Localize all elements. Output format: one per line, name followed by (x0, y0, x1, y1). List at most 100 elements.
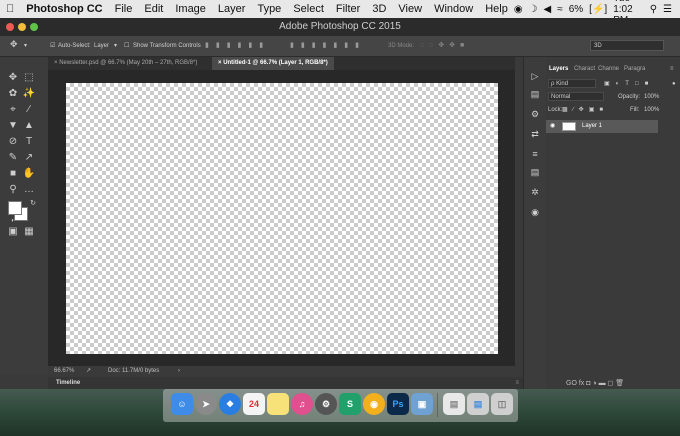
rectangle-tool-icon[interactable]: ■ (6, 168, 20, 180)
path-selection-tool-icon[interactable]: ↗ (22, 152, 36, 164)
marquee-tool-icon[interactable]: ⬚ (22, 72, 36, 84)
notes-icon[interactable] (267, 393, 289, 415)
slack-icon[interactable]: S (339, 393, 361, 415)
launchpad-icon[interactable]: ➤ (195, 393, 217, 415)
tab-paragraph[interactable]: Paragra (624, 63, 645, 75)
spotlight-icon[interactable]: ⚲ (650, 4, 657, 15)
3d-icon[interactable]: ◉ (529, 207, 541, 217)
brush-presets-icon[interactable]: ≡ (529, 149, 541, 159)
system-preferences-icon[interactable]: ⚙ (315, 393, 337, 415)
lock-icons[interactable]: ▩∕✥▣■ (562, 105, 608, 115)
tool-presets-icon[interactable]: ✲ (529, 187, 541, 197)
calendar-icon[interactable]: 24 (243, 393, 265, 415)
info-icon[interactable]: ▤ (529, 167, 541, 177)
eraser-tool-icon[interactable]: ▲ (22, 120, 36, 132)
downloads-stack-icon[interactable]: ▤ (467, 393, 489, 415)
timeline-tab[interactable]: Timeline (56, 377, 80, 389)
layer-row[interactable]: ◉ Layer 1 (546, 120, 658, 133)
creative-cloud-icon[interactable]: ◉ (514, 4, 523, 15)
layer-footer-icons[interactable]: GO fx ◘ ◑ ▬ ◻ 🗑 (566, 379, 624, 389)
night-icon[interactable]: ☽ (529, 4, 538, 15)
menu-filter[interactable]: Filter (330, 0, 366, 18)
properties-icon[interactable]: ▤ (529, 89, 541, 99)
notification-center-icon[interactable]: ☰ (663, 4, 672, 15)
tab-layers[interactable]: Layers (549, 63, 568, 75)
preview-icon[interactable]: ▣ (411, 393, 433, 415)
panel-menu-icon[interactable]: ≡ (670, 63, 674, 75)
zoom-level[interactable]: 66.67% (54, 366, 74, 376)
styles-icon[interactable]: ⇄ (529, 129, 541, 139)
finder-icon[interactable]: ☺ (171, 393, 193, 415)
tab-character[interactable]: Charact (574, 63, 595, 75)
filter-type-icons[interactable]: ▣◐T□■ (604, 79, 654, 89)
menu-window[interactable]: Window (428, 0, 479, 18)
lasso-tool-icon[interactable]: ✿ (6, 88, 20, 100)
layer-name[interactable]: Layer 1 (582, 120, 602, 133)
app-menu[interactable]: Photoshop CC (20, 0, 108, 18)
timeline-menu-icon[interactable]: ≡ (515, 377, 519, 389)
apple-menu-icon[interactable]:  (0, 0, 20, 18)
foreground-color-swatch[interactable] (8, 201, 22, 215)
chrome-icon[interactable]: ◉ (363, 393, 385, 415)
quick-mask-icon[interactable]: ▣ (6, 226, 20, 238)
distribute-buttons[interactable]: ▮▮▮▮▮▮▮ (290, 41, 366, 51)
history-icon[interactable]: ▷ (529, 71, 541, 81)
auto-select-dropdown[interactable]: Layer (94, 41, 109, 51)
document-canvas[interactable] (66, 83, 498, 354)
type-tool-icon[interactable]: T (22, 136, 36, 148)
photoshop-icon[interactable]: Ps (387, 393, 409, 415)
zoom-tool-icon[interactable]: ⚲ (6, 184, 20, 196)
crop-tool-icon[interactable]: ⌖ (6, 104, 20, 116)
visibility-eye-icon[interactable]: ◉ (550, 120, 555, 133)
opacity-label: Opacity: (618, 94, 641, 100)
trash-icon[interactable]: ◫ (491, 393, 513, 415)
tab-channels[interactable]: Channe (598, 63, 619, 75)
volume-icon[interactable]: ◀ (544, 4, 552, 15)
tab-untitled-1[interactable]: × Untitled-1 @ 66.7% (Layer 1, RGB/8*) (212, 57, 334, 70)
menu-edit[interactable]: Edit (138, 0, 169, 18)
export-icon[interactable]: ↗ (86, 366, 91, 376)
documents-stack-icon[interactable]: ▤ (443, 393, 465, 415)
menu-select[interactable]: Select (287, 0, 330, 18)
show-transform-label: Show Transform Controls (133, 43, 201, 49)
screen-mode-icon[interactable]: ▦ (22, 226, 36, 238)
3d-mode-buttons[interactable]: ◌◌✥✥■ (420, 41, 469, 51)
filter-toggle-icon[interactable]: ● (672, 79, 676, 89)
tab-close-icon[interactable]: × (218, 60, 222, 66)
menu-image[interactable]: Image (169, 0, 212, 18)
stamp-tool-icon[interactable]: ▼ (6, 120, 20, 132)
tool-preset-picker[interactable]: ▾ (24, 41, 27, 51)
menu-layer[interactable]: Layer (212, 0, 252, 18)
menu-help[interactable]: Help (479, 0, 514, 18)
menu-type[interactable]: Type (251, 0, 287, 18)
fill-value[interactable]: 100% (644, 105, 659, 115)
swap-colors-icon[interactable]: ↻ (26, 198, 40, 210)
status-menu-chevron-icon[interactable]: › (178, 366, 180, 376)
move-tool-icon[interactable]: ✥ (6, 72, 20, 84)
battery-icon[interactable]: [⚡] (589, 4, 607, 15)
opacity-value[interactable]: 100% (644, 92, 659, 102)
menu-file[interactable]: File (109, 0, 139, 18)
tab-newsletter[interactable]: × Newsletter.psd @ 66.7% (May 20th – 27t… (48, 57, 203, 70)
adjustments-icon[interactable]: ⚙ (529, 109, 541, 119)
safari-icon[interactable]: ❖ (219, 393, 241, 415)
dodge-tool-icon[interactable]: ⊘ (6, 136, 20, 148)
magic-wand-tool-icon[interactable]: ✨ (22, 88, 36, 100)
kind-filter-dropdown[interactable]: ρ Kind (548, 79, 596, 88)
show-transform-checkbox[interactable]: ☐ (124, 41, 129, 51)
menu-view[interactable]: View (392, 0, 428, 18)
chevron-down-icon[interactable]: ▾ (114, 41, 117, 51)
hand-tool-icon[interactable]: ✋ (22, 168, 36, 180)
pen-tool-icon[interactable]: ✎ (6, 152, 20, 164)
more-tools-icon[interactable]: … (22, 184, 36, 196)
wifi-icon[interactable]: ≈ (557, 4, 563, 15)
brush-tool-icon[interactable]: ∕ (22, 104, 36, 116)
blend-mode-dropdown[interactable]: Normal (548, 92, 604, 101)
tab-close-icon[interactable]: × (54, 60, 58, 66)
menu-3d[interactable]: 3D (366, 0, 392, 18)
auto-select-checkbox[interactable]: ☑ (50, 41, 55, 51)
workspace-switcher[interactable]: 3D (590, 40, 664, 51)
move-tool-icon[interactable]: ✥ (10, 39, 18, 49)
align-buttons[interactable]: ▮▮▮▮▮▮ (205, 41, 270, 51)
itunes-icon[interactable]: ♫ (291, 393, 313, 415)
